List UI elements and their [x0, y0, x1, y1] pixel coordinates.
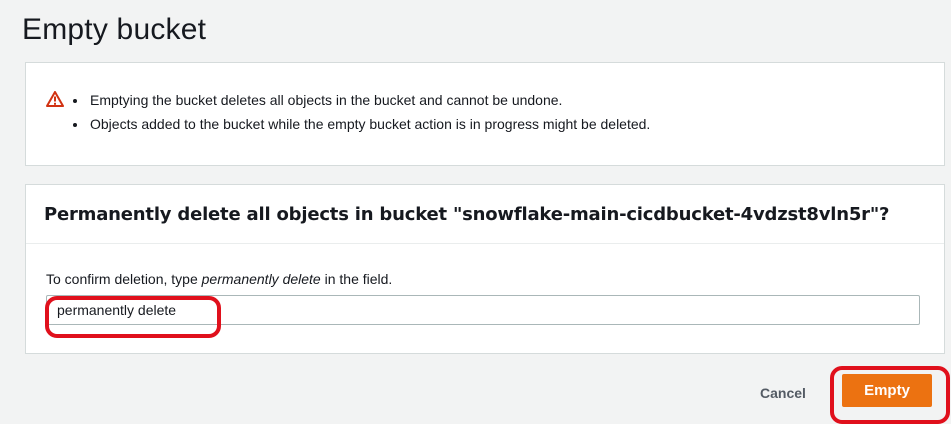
warning-item: Objects added to the bucket while the em…: [88, 112, 650, 136]
page-title: Empty bucket: [22, 13, 207, 46]
confirm-deletion-input[interactable]: [46, 295, 920, 325]
warning-panel: Emptying the bucket deletes all objects …: [25, 62, 945, 166]
confirm-instruction: To confirm deletion, type permanently de…: [46, 269, 944, 289]
confirm-heading: Permanently delete all objects in bucket…: [44, 203, 890, 225]
confirm-panel: Permanently delete all objects in bucket…: [25, 184, 945, 354]
warning-triangle-icon: [46, 91, 64, 107]
confirm-body: To confirm deletion, type permanently de…: [26, 244, 944, 325]
cancel-button[interactable]: Cancel: [748, 378, 818, 408]
warning-item: Emptying the bucket deletes all objects …: [88, 88, 650, 112]
warning-list: Emptying the bucket deletes all objects …: [68, 88, 650, 136]
confirm-header: Permanently delete all objects in bucket…: [26, 185, 944, 244]
empty-button[interactable]: Empty: [842, 374, 932, 407]
instruction-suffix: in the field.: [320, 271, 393, 287]
instruction-prefix: To confirm deletion, type: [46, 271, 202, 287]
instruction-phrase: permanently delete: [201, 271, 321, 287]
